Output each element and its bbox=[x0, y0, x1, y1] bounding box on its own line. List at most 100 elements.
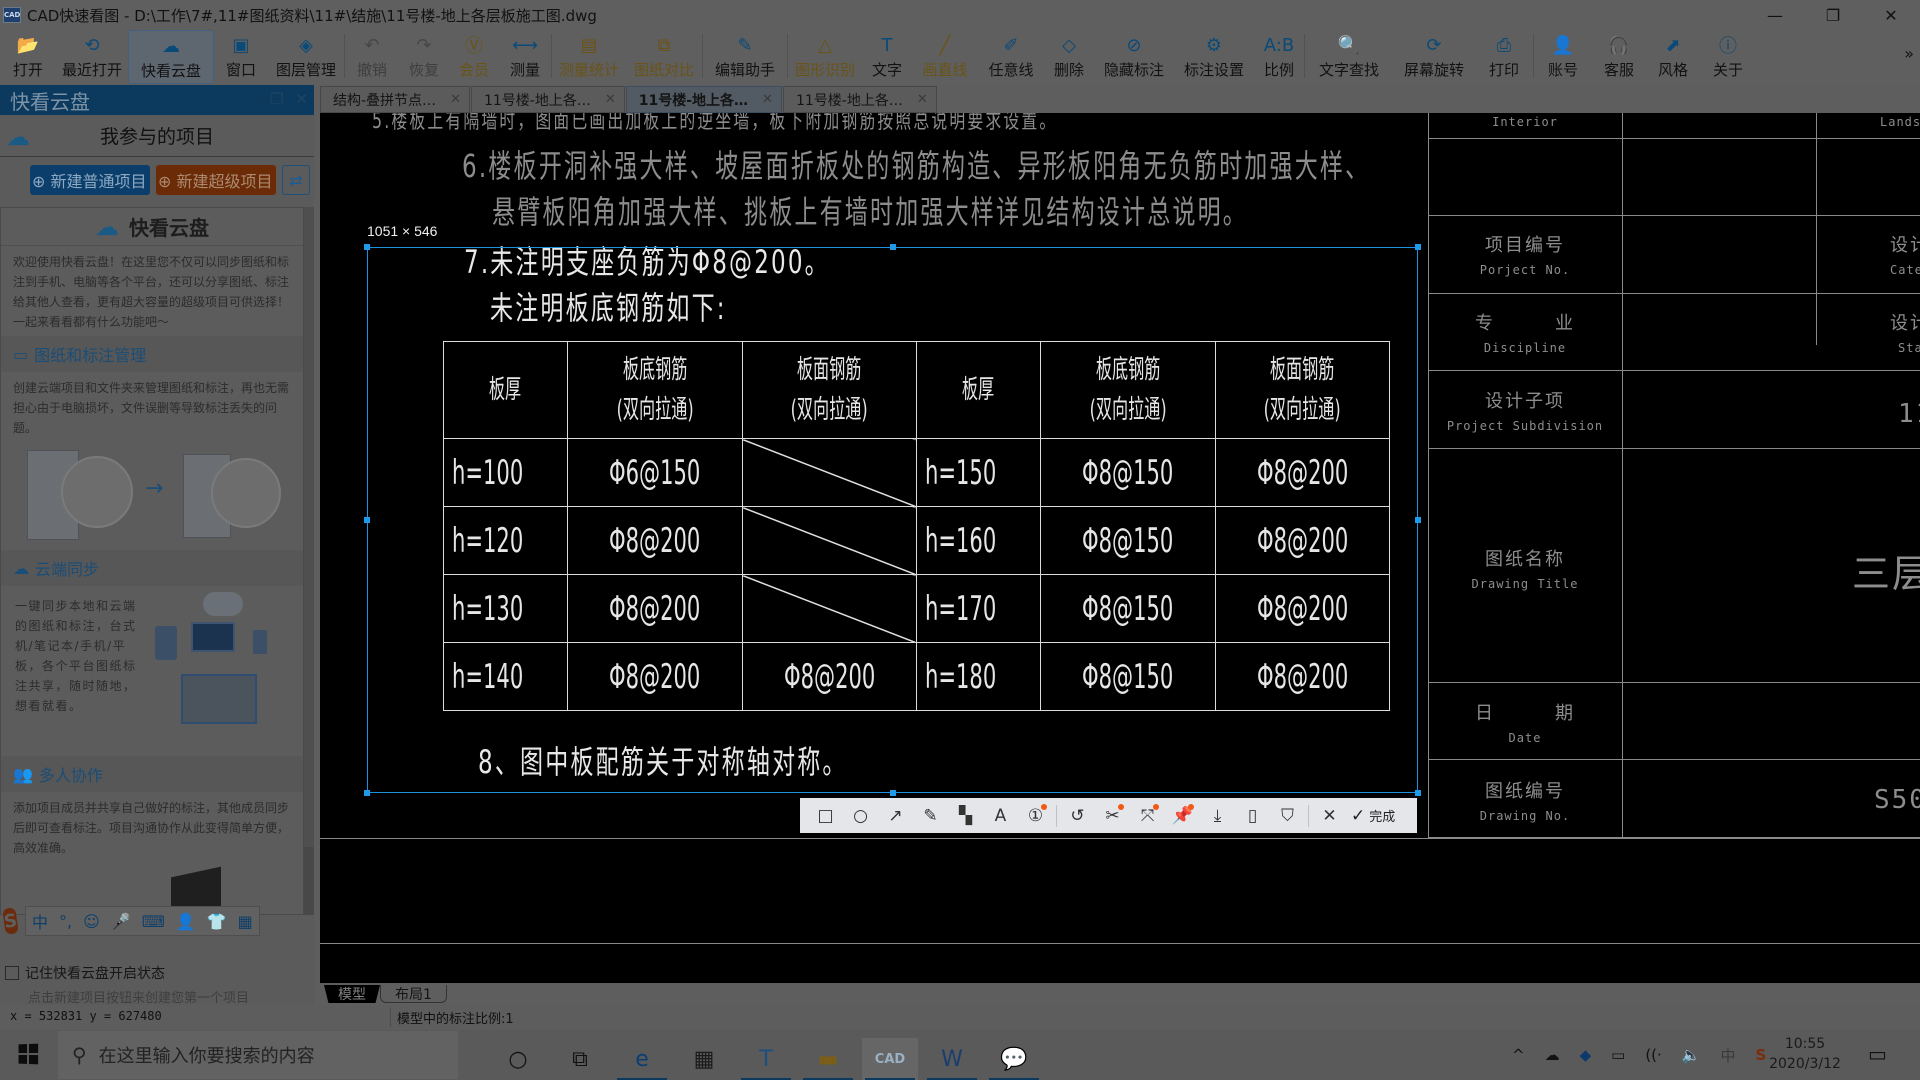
toolbar-info-button[interactable]: ⓘ 关于 bbox=[1700, 30, 1756, 84]
taskbar-task-view-icon[interactable]: ⧉ bbox=[552, 1038, 608, 1080]
resize-handle-se[interactable] bbox=[1415, 790, 1421, 796]
input-method-icon[interactable]: 中 bbox=[1720, 1045, 1735, 1066]
toolbar-vip-button[interactable]: Ⓥ 会员 bbox=[449, 30, 499, 84]
layout-tab[interactable]: 模型 bbox=[324, 985, 380, 1003]
toolbar-window-button[interactable]: ▣ 窗口 bbox=[214, 30, 268, 84]
toolbar-text-search-button[interactable]: 🔍 文字查找 bbox=[1305, 30, 1393, 84]
ime-skin-icon[interactable]: 👕 bbox=[207, 912, 227, 931]
tab-close-icon[interactable]: ✕ bbox=[605, 92, 616, 107]
document-tab[interactable]: 11号楼-地上各… ✕ bbox=[782, 86, 937, 113]
toolbar-eye-hidden-button[interactable]: ⊘ 隐藏标注 bbox=[1094, 30, 1174, 84]
system-clock[interactable]: 10:55 2020/3/12 bbox=[1760, 1034, 1850, 1074]
toolbar-printer-button[interactable]: ⎙ 打印 bbox=[1475, 30, 1533, 84]
checkbox[interactable] bbox=[5, 966, 19, 980]
toolbar-shape-recognize-button[interactable]: △ 图形识别 bbox=[788, 30, 862, 84]
phone-tool-button[interactable]: ▯ bbox=[1235, 801, 1270, 831]
app-tray-icon[interactable]: ◆ bbox=[1580, 1046, 1592, 1064]
new-normal-project-button[interactable]: ⊕ 新建普通项目 bbox=[30, 165, 150, 195]
ime-toolbox-icon[interactable]: ▦ bbox=[238, 912, 253, 931]
circle-tool-button[interactable]: ○ bbox=[843, 801, 878, 831]
toolbar-measure-stats-button[interactable]: ▤ 测量统计 bbox=[552, 30, 626, 84]
toolbar-line-button[interactable]: ╱ 画直线 bbox=[912, 30, 978, 84]
toolbar-scale-button[interactable]: A:B 比例 bbox=[1254, 30, 1304, 84]
toolbar-text-button[interactable]: T 文字 bbox=[862, 30, 912, 84]
tab-close-icon[interactable]: ✕ bbox=[450, 92, 461, 107]
panel-restore-button[interactable]: ❐ bbox=[270, 90, 283, 108]
volume-icon[interactable]: 🔈 bbox=[1682, 1046, 1701, 1064]
sogou-logo-icon[interactable]: S bbox=[2, 907, 19, 935]
drawing-canvas[interactable]: 5.楼板上有隔墙时，图面已画出加板上的逆坐墙，板下附加钢筋按照总说明要求设置。 … bbox=[320, 113, 1920, 993]
scrollbar-thumb[interactable] bbox=[304, 207, 314, 847]
toolbar-folder-open-button[interactable]: 📂 打开 bbox=[0, 30, 56, 84]
ime-user-icon[interactable]: 👤 bbox=[176, 912, 196, 931]
tab-close-icon[interactable]: ✕ bbox=[917, 92, 928, 107]
layout-tab[interactable]: 布局1 bbox=[380, 985, 447, 1003]
maximize-button[interactable]: ❐ bbox=[1804, 0, 1862, 30]
toolbar-rotate-screen-button[interactable]: ⟳ 屏幕旋转 bbox=[1393, 30, 1475, 84]
pin-tool-button[interactable]: 📌 bbox=[1165, 801, 1200, 831]
expand-tool-button[interactable]: ⤧ bbox=[1130, 801, 1165, 831]
toolbar-overflow-button[interactable]: » bbox=[1904, 44, 1914, 63]
undo-tool-button[interactable]: ↺ bbox=[1060, 801, 1095, 831]
refresh-sync-button[interactable]: ⇄ bbox=[282, 165, 310, 195]
toolbar-layers-button[interactable]: ◈ 图层管理 bbox=[268, 30, 344, 84]
arrow-tool-button[interactable]: ↗ bbox=[878, 801, 913, 831]
document-tab[interactable]: 11号楼-地上各… ✕ bbox=[470, 86, 625, 113]
taskbar-edge-icon[interactable]: e bbox=[614, 1038, 670, 1080]
tab-close-icon[interactable]: ✕ bbox=[762, 92, 773, 107]
resize-handle-n[interactable] bbox=[890, 244, 896, 250]
show-hidden-icons-icon[interactable]: ^ bbox=[1512, 1046, 1525, 1064]
download-tool-button[interactable]: ⤓ bbox=[1200, 801, 1235, 831]
close-button[interactable]: ✕ bbox=[1862, 0, 1920, 30]
document-tab[interactable]: 结构-叠拼节点… ✕ bbox=[320, 86, 470, 113]
bookmark-tool-button[interactable]: ⛉ bbox=[1270, 801, 1305, 831]
toolbar-ruler-button[interactable]: ⟷ 测量 bbox=[499, 30, 551, 84]
cut-tool-button[interactable]: ✂ bbox=[1095, 801, 1130, 831]
resize-handle-s[interactable] bbox=[890, 790, 896, 796]
toolbar-edit-assistant-button[interactable]: ✎ 编辑助手 bbox=[703, 30, 787, 84]
cloud-panel-scrollbar[interactable] bbox=[304, 207, 314, 915]
pencil-tool-button[interactable]: ✎ bbox=[913, 801, 948, 831]
taskbar-wps-icon[interactable]: W bbox=[924, 1038, 980, 1080]
taskbar-cortana-icon[interactable]: ○ bbox=[490, 1038, 546, 1080]
toolbar-eraser-button[interactable]: ◇ 删除 bbox=[1044, 30, 1094, 84]
new-super-project-button[interactable]: ⊕ 新建超级项目 bbox=[156, 165, 276, 195]
ime-voice-icon[interactable]: 🎤 bbox=[111, 912, 131, 931]
number-tool-button[interactable]: ① bbox=[1018, 801, 1053, 831]
wifi-icon[interactable]: ((· bbox=[1645, 1046, 1661, 1064]
remember-state-checkbox[interactable]: 记住快看云盘开启状态 bbox=[5, 963, 165, 983]
toolbar-style-button[interactable]: ⬈ 风格 bbox=[1646, 30, 1700, 84]
minimize-button[interactable]: — bbox=[1746, 0, 1804, 30]
cancel-screenshot-button[interactable]: ✕ bbox=[1312, 801, 1347, 831]
ime-punctuation-icon[interactable]: °, bbox=[59, 912, 72, 931]
taskbar-wechat-icon[interactable]: 💬 bbox=[986, 1038, 1042, 1080]
mosaic-tool-button[interactable]: ▚ bbox=[948, 801, 983, 831]
toolbar-history-button[interactable]: ⟲ 最近打开 bbox=[56, 30, 128, 84]
document-tab[interactable]: 11号楼-地上各… ✕ bbox=[625, 86, 782, 113]
battery-icon[interactable]: ▭ bbox=[1611, 1046, 1625, 1064]
resize-handle-w[interactable] bbox=[364, 517, 370, 523]
ime-keyboard-icon[interactable]: ⌨ bbox=[142, 912, 165, 931]
resize-handle-e[interactable] bbox=[1415, 517, 1421, 523]
taskbar-calculator-icon[interactable]: ▦ bbox=[676, 1038, 732, 1080]
text-tool-button[interactable]: A bbox=[983, 801, 1018, 831]
toolbar-headset-button[interactable]: 🎧 客服 bbox=[1592, 30, 1646, 84]
done-button[interactable]: ✓ 完成 bbox=[1351, 806, 1395, 826]
toolbar-freehand-button[interactable]: ✐ 任意线 bbox=[978, 30, 1044, 84]
toolbar-cloud-button[interactable]: ☁ 快看云盘 bbox=[128, 30, 214, 84]
toolbar-user-button[interactable]: 👤 账号 bbox=[1534, 30, 1592, 84]
panel-close-button[interactable]: ✕ bbox=[295, 90, 308, 108]
screenshot-selection[interactable] bbox=[367, 247, 1418, 793]
resize-handle-nw[interactable] bbox=[364, 244, 370, 250]
ime-chinese-mode-icon[interactable]: 中 bbox=[32, 909, 48, 933]
taskbar-cad-viewer-icon[interactable]: CAD bbox=[862, 1038, 918, 1080]
windows-start-button[interactable] bbox=[18, 1043, 39, 1065]
resize-handle-sw[interactable] bbox=[364, 790, 370, 796]
taskbar-search-box[interactable]: ⚲ 在这里输入你要搜索的内容 bbox=[58, 1031, 458, 1079]
notification-center-icon[interactable]: ▭ bbox=[1868, 1042, 1887, 1066]
toolbar-annotation-settings-button[interactable]: ⚙ 标注设置 bbox=[1174, 30, 1254, 84]
toolbar-compare-button[interactable]: ⧉ 图纸对比 bbox=[626, 30, 702, 84]
taskbar-t-app-icon[interactable]: T bbox=[738, 1038, 794, 1080]
resize-handle-ne[interactable] bbox=[1415, 244, 1421, 250]
onedrive-icon[interactable]: ☁ bbox=[1545, 1046, 1560, 1064]
